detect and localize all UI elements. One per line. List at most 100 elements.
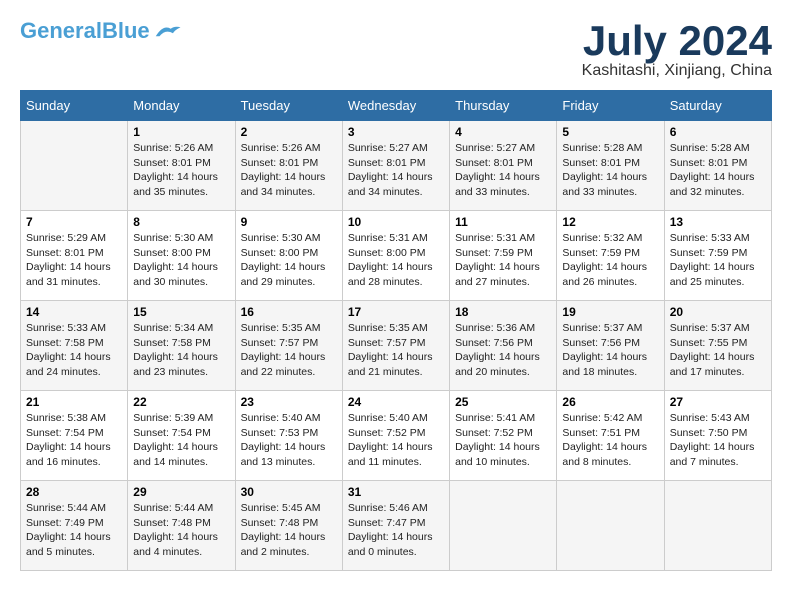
day-info: Sunrise: 5:36 AM Sunset: 7:56 PM Dayligh… — [455, 321, 551, 380]
day-number: 20 — [670, 305, 766, 319]
day-info: Sunrise: 5:44 AM Sunset: 7:49 PM Dayligh… — [26, 501, 122, 560]
logo-text: GeneralBlue — [20, 20, 150, 42]
month-title: July 2024 — [582, 20, 772, 62]
day-info: Sunrise: 5:31 AM Sunset: 8:00 PM Dayligh… — [348, 231, 444, 290]
day-number: 3 — [348, 125, 444, 139]
table-row: 13 Sunrise: 5:33 AM Sunset: 7:59 PM Dayli… — [664, 211, 771, 301]
table-row: 17 Sunrise: 5:35 AM Sunset: 7:57 PM Dayli… — [342, 301, 449, 391]
table-row: 15 Sunrise: 5:34 AM Sunset: 7:58 PM Dayli… — [128, 301, 235, 391]
header-thursday: Thursday — [450, 91, 557, 121]
day-info: Sunrise: 5:26 AM Sunset: 8:01 PM Dayligh… — [133, 141, 229, 200]
day-info: Sunrise: 5:33 AM Sunset: 7:59 PM Dayligh… — [670, 231, 766, 290]
table-row: 1 Sunrise: 5:26 AM Sunset: 8:01 PM Daylig… — [128, 121, 235, 211]
day-info: Sunrise: 5:27 AM Sunset: 8:01 PM Dayligh… — [348, 141, 444, 200]
table-row: 24Sunrise: 5:40 AM Sunset: 7:52 PM Dayli… — [342, 391, 449, 481]
day-number: 24 — [348, 395, 444, 409]
day-number: 22 — [133, 395, 229, 409]
table-row: 30Sunrise: 5:45 AM Sunset: 7:48 PM Dayli… — [235, 481, 342, 571]
day-info: Sunrise: 5:27 AM Sunset: 8:01 PM Dayligh… — [455, 141, 551, 200]
calendar-table: SundayMondayTuesdayWednesdayThursdayFrid… — [20, 90, 772, 571]
day-number: 25 — [455, 395, 551, 409]
day-info: Sunrise: 5:46 AM Sunset: 7:47 PM Dayligh… — [348, 501, 444, 560]
day-number: 26 — [562, 395, 658, 409]
day-number: 8 — [133, 215, 229, 229]
table-row — [557, 481, 664, 571]
day-info: Sunrise: 5:37 AM Sunset: 7:55 PM Dayligh… — [670, 321, 766, 380]
day-info: Sunrise: 5:29 AM Sunset: 8:01 PM Dayligh… — [26, 231, 122, 290]
table-row: 22Sunrise: 5:39 AM Sunset: 7:54 PM Dayli… — [128, 391, 235, 481]
table-row: 6 Sunrise: 5:28 AM Sunset: 8:01 PM Daylig… — [664, 121, 771, 211]
table-row: 25 Sunrise: 5:41 AM Sunset: 7:52 PM Dayli… — [450, 391, 557, 481]
table-row: 11Sunrise: 5:31 AM Sunset: 7:59 PM Dayli… — [450, 211, 557, 301]
day-number: 14 — [26, 305, 122, 319]
day-number: 10 — [348, 215, 444, 229]
day-number: 23 — [241, 395, 337, 409]
day-number: 27 — [670, 395, 766, 409]
day-info: Sunrise: 5:38 AM Sunset: 7:54 PM Dayligh… — [26, 411, 122, 470]
day-info: Sunrise: 5:31 AM Sunset: 7:59 PM Dayligh… — [455, 231, 551, 290]
table-row: 2Sunrise: 5:26 AM Sunset: 8:01 PM Daylig… — [235, 121, 342, 211]
logo-general: General — [20, 18, 102, 43]
header-saturday: Saturday — [664, 91, 771, 121]
page-header: GeneralBlue July 2024 Kashitashi, Xinjia… — [20, 20, 772, 80]
table-row — [21, 121, 128, 211]
day-info: Sunrise: 5:30 AM Sunset: 8:00 PM Dayligh… — [241, 231, 337, 290]
header-monday: Monday — [128, 91, 235, 121]
location: Kashitashi, Xinjiang, China — [582, 62, 772, 80]
day-info: Sunrise: 5:34 AM Sunset: 7:58 PM Dayligh… — [133, 321, 229, 380]
calendar-header-row: SundayMondayTuesdayWednesdayThursdayFrid… — [21, 91, 772, 121]
day-number: 15 — [133, 305, 229, 319]
calendar-week-4: 21 Sunrise: 5:38 AM Sunset: 7:54 PM Dayli… — [21, 391, 772, 481]
header-sunday: Sunday — [21, 91, 128, 121]
day-info: Sunrise: 5:32 AM Sunset: 7:59 PM Dayligh… — [562, 231, 658, 290]
day-number: 6 — [670, 125, 766, 139]
day-number: 16 — [241, 305, 337, 319]
table-row: 19Sunrise: 5:37 AM Sunset: 7:56 PM Dayli… — [557, 301, 664, 391]
table-row: 7Sunrise: 5:29 AM Sunset: 8:01 PM Daylig… — [21, 211, 128, 301]
day-number: 1 — [133, 125, 229, 139]
day-number: 18 — [455, 305, 551, 319]
calendar-week-1: 1 Sunrise: 5:26 AM Sunset: 8:01 PM Daylig… — [21, 121, 772, 211]
day-number: 4 — [455, 125, 551, 139]
table-row: 26 Sunrise: 5:42 AM Sunset: 7:51 PM Dayli… — [557, 391, 664, 481]
day-number: 12 — [562, 215, 658, 229]
day-info: Sunrise: 5:45 AM Sunset: 7:48 PM Dayligh… — [241, 501, 337, 560]
day-info: Sunrise: 5:44 AM Sunset: 7:48 PM Dayligh… — [133, 501, 229, 560]
table-row: 12 Sunrise: 5:32 AM Sunset: 7:59 PM Dayli… — [557, 211, 664, 301]
title-block: July 2024 Kashitashi, Xinjiang, China — [582, 20, 772, 80]
table-row: 9 Sunrise: 5:30 AM Sunset: 8:00 PM Daylig… — [235, 211, 342, 301]
table-row: 20 Sunrise: 5:37 AM Sunset: 7:55 PM Dayli… — [664, 301, 771, 391]
calendar-week-3: 14 Sunrise: 5:33 AM Sunset: 7:58 PM Dayli… — [21, 301, 772, 391]
day-info: Sunrise: 5:42 AM Sunset: 7:51 PM Dayligh… — [562, 411, 658, 470]
header-friday: Friday — [557, 91, 664, 121]
header-tuesday: Tuesday — [235, 91, 342, 121]
day-number: 9 — [241, 215, 337, 229]
table-row: 21 Sunrise: 5:38 AM Sunset: 7:54 PM Dayli… — [21, 391, 128, 481]
table-row — [664, 481, 771, 571]
day-info: Sunrise: 5:28 AM Sunset: 8:01 PM Dayligh… — [562, 141, 658, 200]
day-number: 17 — [348, 305, 444, 319]
table-row: 10 Sunrise: 5:31 AM Sunset: 8:00 PM Dayli… — [342, 211, 449, 301]
day-info: Sunrise: 5:35 AM Sunset: 7:57 PM Dayligh… — [348, 321, 444, 380]
table-row: 8Sunrise: 5:30 AM Sunset: 8:00 PM Daylig… — [128, 211, 235, 301]
table-row: 29Sunrise: 5:44 AM Sunset: 7:48 PM Dayli… — [128, 481, 235, 571]
table-row: 16 Sunrise: 5:35 AM Sunset: 7:57 PM Dayli… — [235, 301, 342, 391]
table-row: 23 Sunrise: 5:40 AM Sunset: 7:53 PM Dayli… — [235, 391, 342, 481]
day-number: 21 — [26, 395, 122, 409]
table-row: 14 Sunrise: 5:33 AM Sunset: 7:58 PM Dayli… — [21, 301, 128, 391]
day-number: 28 — [26, 485, 122, 499]
calendar-week-5: 28 Sunrise: 5:44 AM Sunset: 7:49 PM Dayli… — [21, 481, 772, 571]
day-info: Sunrise: 5:26 AM Sunset: 8:01 PM Dayligh… — [241, 141, 337, 200]
calendar-week-2: 7Sunrise: 5:29 AM Sunset: 8:01 PM Daylig… — [21, 211, 772, 301]
table-row: 5Sunrise: 5:28 AM Sunset: 8:01 PM Daylig… — [557, 121, 664, 211]
day-info: Sunrise: 5:33 AM Sunset: 7:58 PM Dayligh… — [26, 321, 122, 380]
day-info: Sunrise: 5:41 AM Sunset: 7:52 PM Dayligh… — [455, 411, 551, 470]
logo-blue: Blue — [102, 18, 150, 43]
day-number: 13 — [670, 215, 766, 229]
table-row: 18 Sunrise: 5:36 AM Sunset: 7:56 PM Dayli… — [450, 301, 557, 391]
logo: GeneralBlue — [20, 20, 182, 42]
day-info: Sunrise: 5:35 AM Sunset: 7:57 PM Dayligh… — [241, 321, 337, 380]
day-info: Sunrise: 5:37 AM Sunset: 7:56 PM Dayligh… — [562, 321, 658, 380]
day-info: Sunrise: 5:28 AM Sunset: 8:01 PM Dayligh… — [670, 141, 766, 200]
day-info: Sunrise: 5:40 AM Sunset: 7:53 PM Dayligh… — [241, 411, 337, 470]
